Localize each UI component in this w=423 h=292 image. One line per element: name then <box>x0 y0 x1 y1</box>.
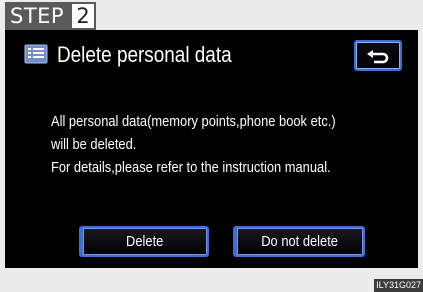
message-line-3: For details,please refer to the instruct… <box>51 159 331 176</box>
message-line-1: All personal data(memory points,phone bo… <box>51 113 336 130</box>
step-label: STEP <box>5 2 71 30</box>
display-screen: Delete personal data All personal data(m… <box>5 30 418 268</box>
confirmation-message: All personal data(memory points,phone bo… <box>51 110 411 179</box>
do-not-delete-button[interactable]: Do not delete <box>233 226 365 257</box>
delete-button[interactable]: Delete <box>79 226 209 257</box>
delete-button-label: Delete <box>126 233 164 250</box>
do-not-delete-button-label: Do not delete <box>261 233 339 250</box>
manual-page: STEP 2 Delete personal data All personal… <box>0 0 423 292</box>
back-button[interactable] <box>354 40 402 71</box>
return-arrow-icon <box>367 49 389 63</box>
step-indicator: STEP 2 <box>5 2 97 30</box>
image-code: ILY31G027 <box>374 279 423 292</box>
document-list-icon <box>24 44 48 64</box>
step-number: 2 <box>70 2 97 30</box>
message-line-2: will be deleted. <box>51 136 137 153</box>
screen-title: Delete personal data <box>57 42 232 67</box>
